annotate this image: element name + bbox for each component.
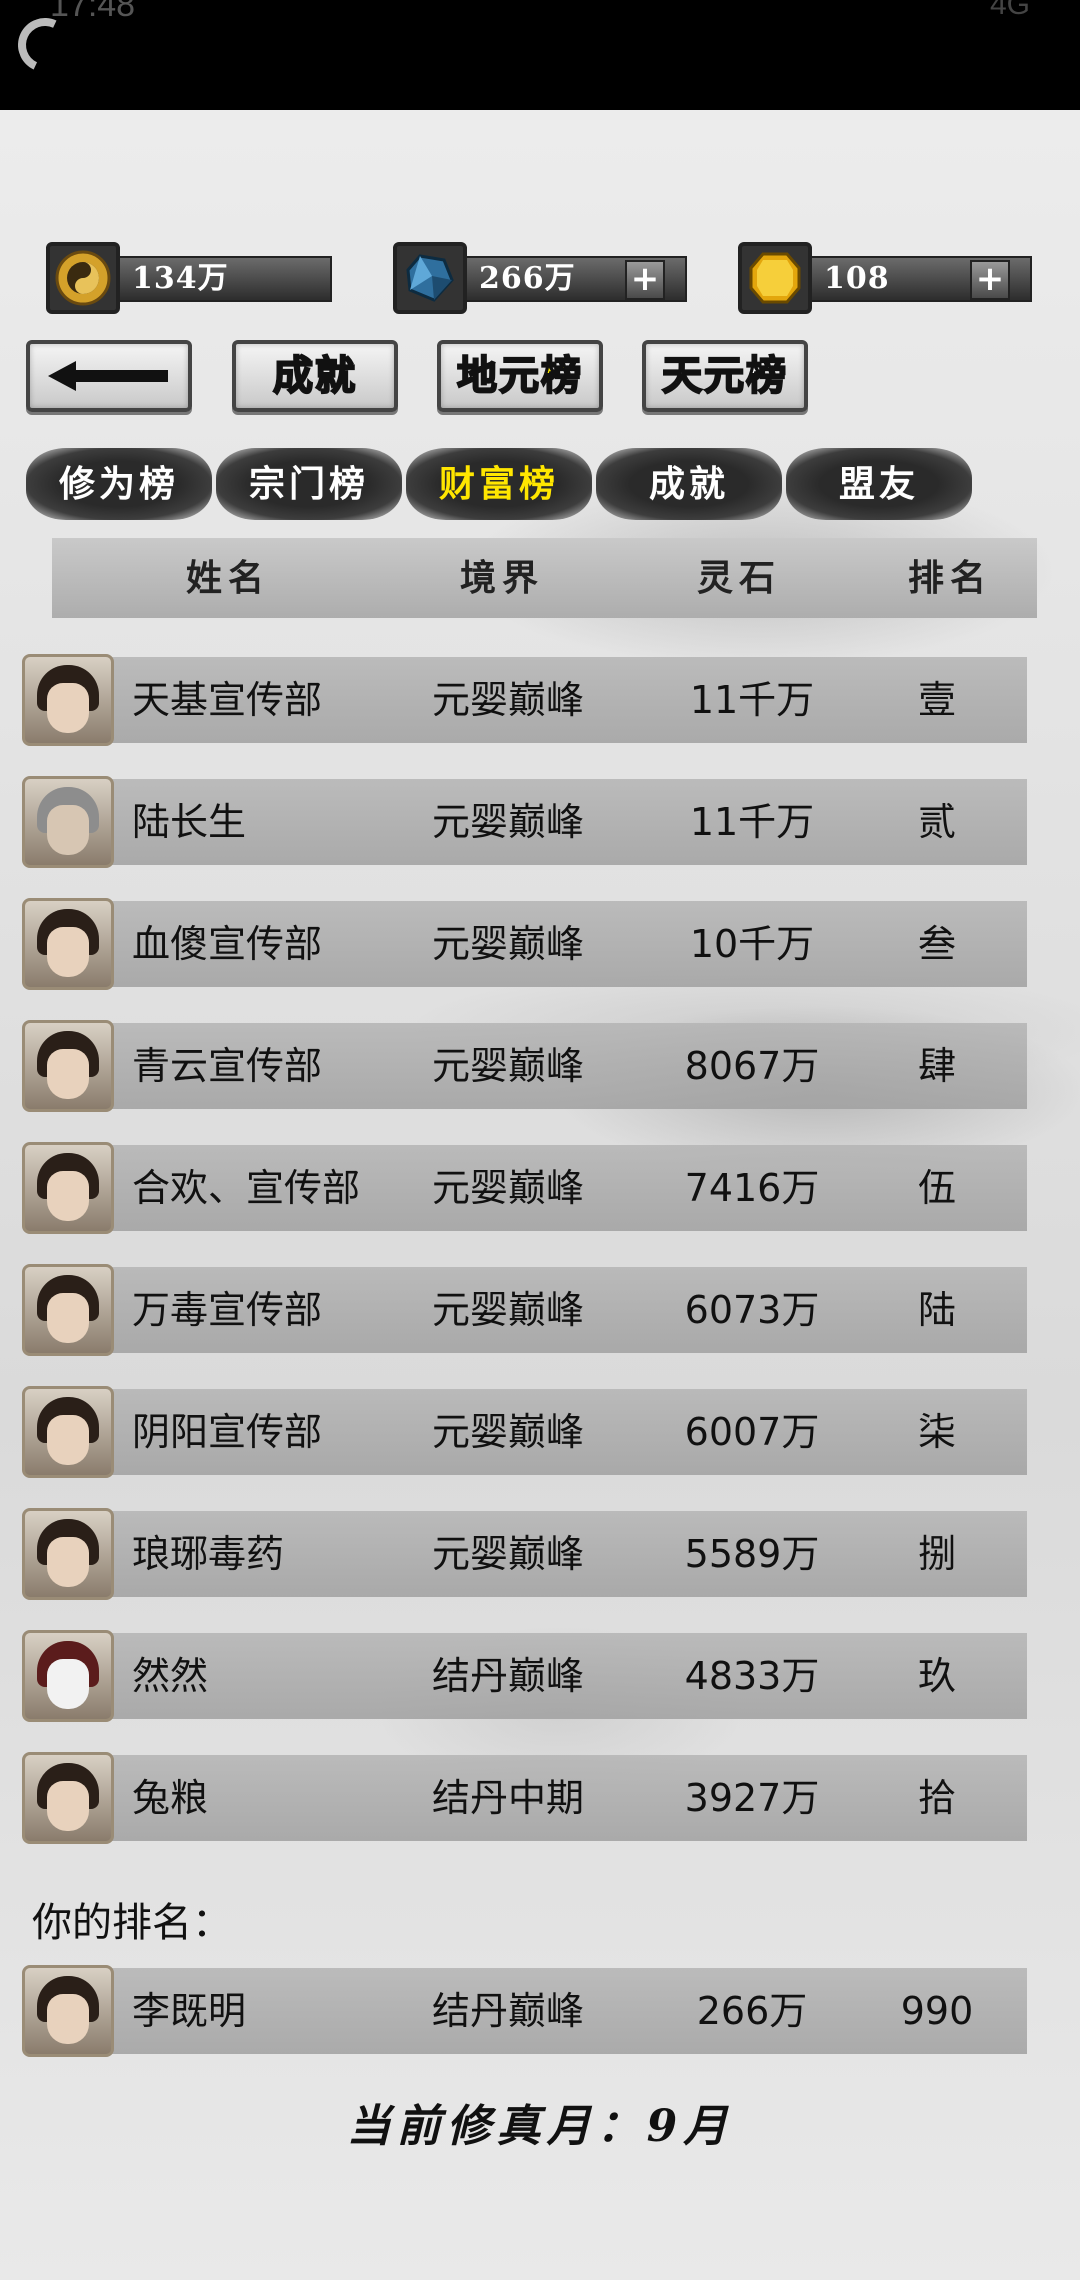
your-rank-label: 你的排名： [32,1900,232,1946]
player-stone: 8067万 [684,1044,820,1088]
player-name: 然然 [132,1654,209,1698]
player-realm: 元婴巅峰 [432,1288,585,1332]
table-row[interactable]: 然然 结丹巅峰 4833万 玖 [22,1630,1032,1722]
add-crystals-button[interactable]: + [625,260,665,300]
table-row[interactable]: 合欢、宣传部 元婴巅峰 7416万 伍 [22,1142,1032,1234]
current-month: 当前修真月：9月 [346,2101,734,2152]
heaven-rank-button[interactable]: 天元榜 [642,340,808,412]
player-name: 兔粮 [132,1776,209,1820]
status-time: 17:48 [50,0,136,24]
player-realm: 结丹巅峰 [432,1654,585,1698]
player-rank: 肆 [917,1044,956,1088]
player-name: 阴阳宣传部 [132,1410,323,1454]
player-rank: 贰 [917,800,956,844]
player-rank: 990 [900,1989,974,2033]
player-realm: 结丹巅峰 [432,1989,585,2033]
player-name: 合欢、宣传部 [132,1166,361,1210]
player-stone: 266万 [696,1989,808,2033]
woman-avatar [22,1264,114,1356]
header-realm: 境界 [460,557,545,599]
player-rank: 捌 [917,1532,956,1576]
earth-rank-button[interactable]: 地元榜 [437,340,603,412]
player-rank: 拾 [917,1776,956,1820]
young-man-avatar [22,1965,114,2057]
player-rank: 叁 [917,922,956,966]
elder-avatar [22,776,114,868]
player-name: 李既明 [132,1989,247,2033]
player-stone: 6073万 [684,1288,820,1332]
yin-yang-coin-icon [46,242,120,314]
player-stone: 5589万 [684,1532,820,1576]
player-name: 青云宣传部 [132,1044,323,1088]
player-realm: 元婴巅峰 [432,1410,585,1454]
achievement-button[interactable]: 成就 [232,340,398,412]
player-realm: 元婴巅峰 [432,678,585,722]
player-stone: 4833万 [684,1654,820,1698]
player-rank: 柒 [917,1410,956,1454]
woman-avatar [22,898,114,990]
player-name: 琅琊毒药 [132,1532,285,1576]
young-man-avatar [22,1752,114,1844]
tab-sect-rank[interactable]: 宗门榜 [216,448,402,520]
table-row[interactable]: 阴阳宣传部 元婴巅峰 6007万 柒 [22,1386,1032,1478]
player-rank: 玖 [917,1654,956,1698]
coins-value: 134万 [118,256,332,302]
back-button[interactable] [26,340,192,412]
gold-gem-icon [738,242,812,314]
table-row[interactable]: 琅琊毒药 元婴巅峰 5589万 捌 [22,1508,1032,1600]
woman-avatar [22,1142,114,1234]
table-row[interactable]: 天基宣传部 元婴巅峰 11千万 壹 [22,654,1032,746]
player-realm: 结丹中期 [432,1776,585,1820]
player-rank: 陆 [917,1288,956,1332]
player-realm: 元婴巅峰 [432,800,585,844]
tab-cultivation-rank[interactable]: 修为榜 [26,448,212,520]
player-realm: 元婴巅峰 [432,1532,585,1576]
woman-avatar [22,1020,114,1112]
network-indicator: 4G [989,0,1030,21]
player-name: 万毒宣传部 [132,1288,323,1332]
status-bar: 17:48 4G [0,0,1080,110]
player-stone: 3927万 [684,1776,820,1820]
player-rank: 伍 [917,1166,956,1210]
add-gems-button[interactable]: + [970,260,1010,300]
young-man-avatar [22,1386,114,1478]
player-realm: 元婴巅峰 [432,1044,585,1088]
your-rank-row[interactable]: 李既明 结丹巅峰 266万 990 [22,1965,1032,2057]
table-row[interactable]: 万毒宣传部 元婴巅峰 6073万 陆 [22,1264,1032,1356]
player-realm: 元婴巅峰 [432,922,585,966]
ranking-screen: 134万 266万 + 108 + 成就 地元榜 天元榜 修为榜 宗门榜 财富榜… [0,110,1080,2280]
header-name: 姓名 [186,557,271,599]
player-stone: 11千万 [689,800,815,844]
header-stone: 灵石 [697,557,782,599]
tab-achievement[interactable]: 成就 [596,448,782,520]
table-row[interactable]: 血傻宣传部 元婴巅峰 10千万 叁 [22,898,1032,990]
table-row[interactable]: 兔粮 结丹中期 3927万 拾 [22,1752,1032,1844]
masked-avatar [22,1630,114,1722]
bearded-man-avatar [22,654,114,746]
woman-avatar [22,1508,114,1600]
tab-allies[interactable]: 盟友 [786,448,972,520]
player-stone: 10千万 [689,922,815,966]
player-name: 陆长生 [132,800,247,844]
blue-crystal-icon [393,242,467,314]
player-stone: 7416万 [684,1166,820,1210]
table-header: 姓名 境界 灵石 排名 [52,538,1037,618]
arrow-left-icon [48,361,168,391]
player-rank: 壹 [917,678,956,722]
player-name: 天基宣传部 [132,678,323,722]
header-rank: 排名 [908,557,993,599]
player-stone: 6007万 [684,1410,820,1454]
table-row[interactable]: 陆长生 元婴巅峰 11千万 贰 [22,776,1032,868]
table-row[interactable]: 青云宣传部 元婴巅峰 8067万 肆 [22,1020,1032,1112]
player-realm: 元婴巅峰 [432,1166,585,1210]
player-name: 血傻宣传部 [132,922,323,966]
player-stone: 11千万 [689,678,815,722]
tab-wealth-rank[interactable]: 财富榜 [406,448,592,520]
